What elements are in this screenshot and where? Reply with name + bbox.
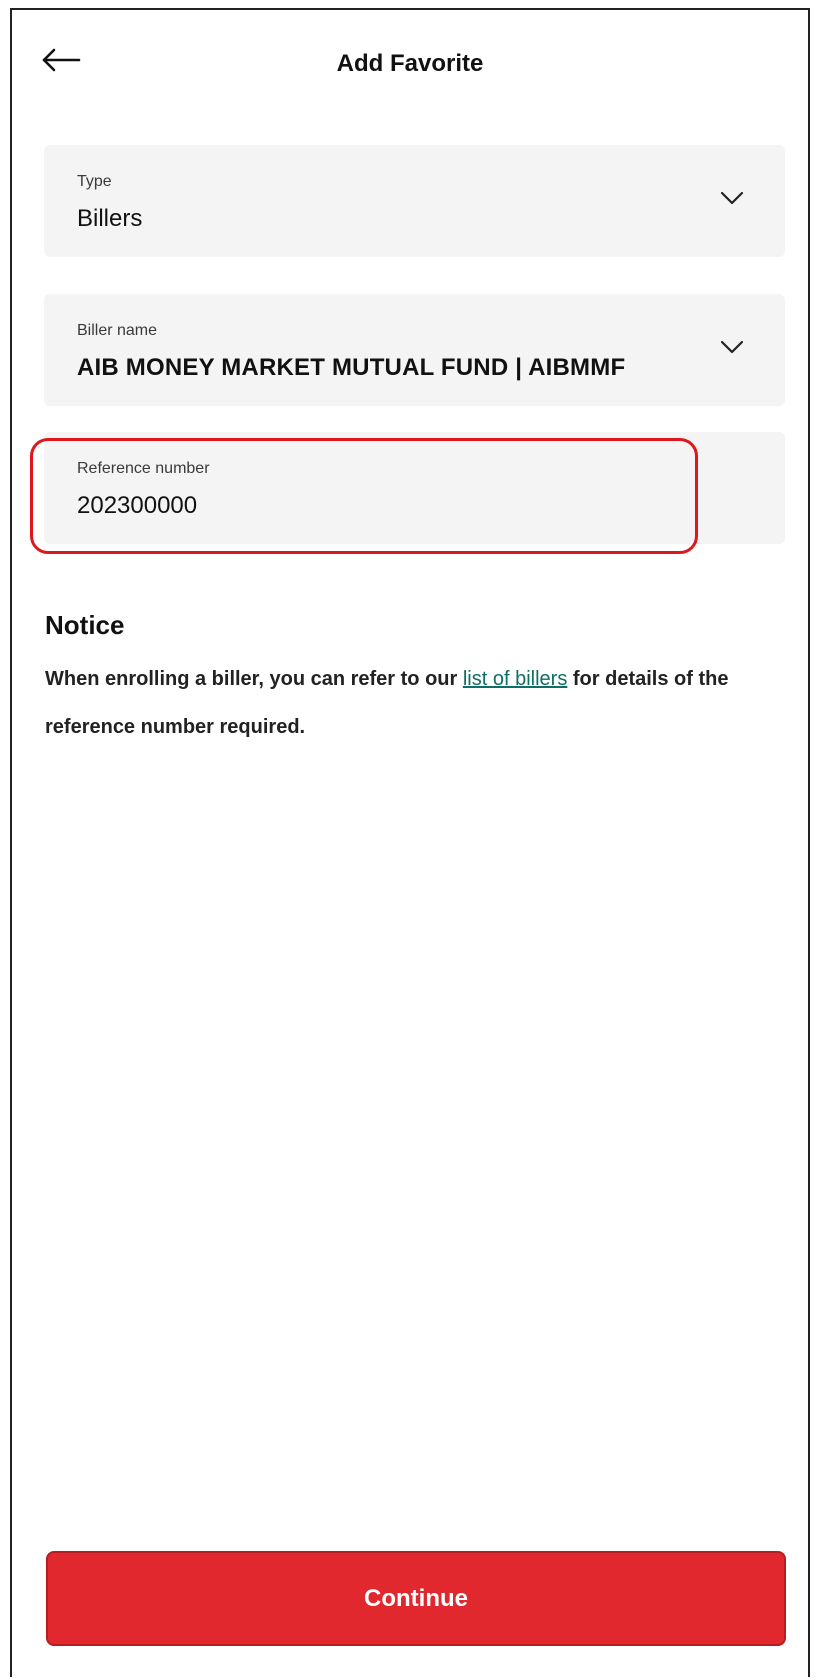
type-select[interactable]: Type Billers [44,145,785,257]
biller-name-select[interactable]: Biller name AIB MONEY MARKET MUTUAL FUND… [44,294,785,406]
chevron-down-icon[interactable] [717,332,747,362]
reference-number-input[interactable] [77,492,637,520]
continue-button[interactable]: Continue [46,1551,786,1646]
notice-text: When enrolling a biller, you can refer t… [45,655,775,751]
list-of-billers-link[interactable]: list of billers [463,668,567,690]
biller-name-label: Biller name [77,322,158,339]
chevron-down-icon[interactable] [717,183,747,213]
notice-title: Notice [45,610,125,640]
type-label: Type [77,173,112,190]
page-title: Add Favorite [336,50,484,77]
notice-text-before: When enrolling a biller, you can refer t… [45,668,463,690]
type-value: Billers [77,205,143,232]
reference-number-field[interactable]: Reference number [44,432,785,544]
biller-name-value: AIB MONEY MARKET MUTUAL FUND | AIBMMF [77,354,626,381]
app-screen: Add Favorite Type Billers Biller name AI… [10,8,810,1677]
reference-number-label: Reference number [77,460,210,477]
header: Add Favorite [12,10,808,110]
